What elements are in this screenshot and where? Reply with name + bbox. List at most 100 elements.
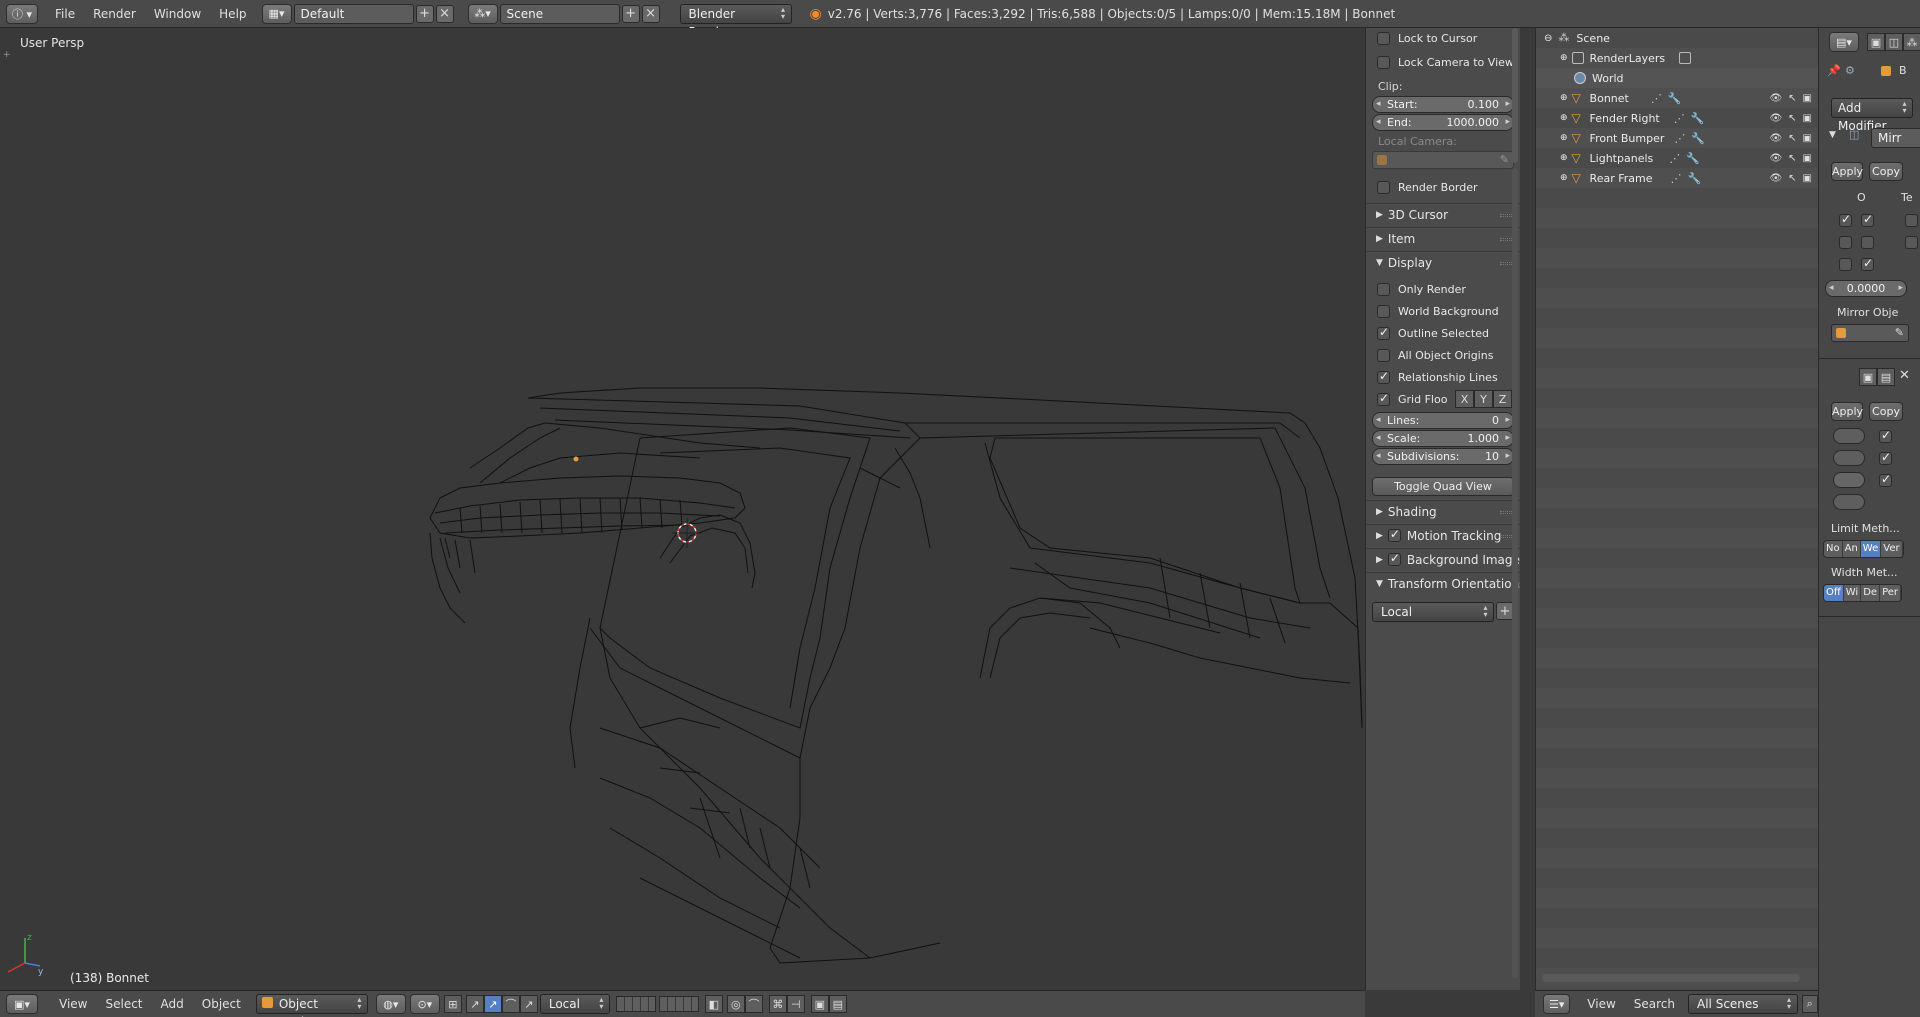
clip-end-field[interactable]: End:1000.000 (1372, 114, 1514, 131)
select-cursor-icon[interactable]: ↖ (1788, 113, 1796, 124)
visibility-eye-icon[interactable]: 👁 (1769, 93, 1782, 104)
bevel-profile-slider[interactable] (1833, 472, 1865, 488)
expand-icon[interactable]: ⊕ (1560, 53, 1568, 63)
modifier-name-field[interactable]: Mirr (1871, 128, 1920, 148)
scale-manipulator-icon[interactable]: ⌒ (501, 995, 520, 1013)
npanel-scrollbar[interactable] (1512, 28, 1518, 988)
bevel-width-slider[interactable] (1833, 428, 1865, 444)
outliner-row-front-bumper[interactable]: ⊕ ▽ Front Bumper ⋰ 🔧 👁 ↖ ▣ (1536, 128, 1818, 148)
expand-icon[interactable]: ⊖ (1544, 33, 1552, 44)
menu-render[interactable]: Render (84, 4, 145, 24)
snap-element-icon[interactable]: ⊣ (786, 995, 805, 1013)
copy-modifier-button-2[interactable]: Copy (1869, 402, 1903, 421)
snap-icon[interactable]: ⌘ (768, 995, 787, 1013)
visibility-eye-icon[interactable]: 👁 (1769, 133, 1782, 144)
render-camera-icon[interactable]: ▣ (1803, 133, 1812, 144)
grid-floor-checkbox[interactable]: Grid Floo X Y Z (1366, 389, 1520, 409)
screen-layout-field[interactable]: Default (293, 3, 414, 24)
add-scene-icon[interactable]: + (621, 4, 640, 23)
translate-manipulator-icon[interactable]: ↗ (465, 995, 484, 1013)
grid-axis-z-toggle[interactable]: Z (1493, 390, 1512, 408)
outliner-row-fender-right[interactable]: ⊕ ▽ Fender Right ⋰ 🔧 👁 ↖ ▣ (1536, 108, 1818, 128)
section-transform-orientations[interactable]: ▼ Transform Orientations (1366, 572, 1520, 594)
lock-layers-icon[interactable]: ◧ (704, 995, 723, 1013)
expand-icon[interactable]: ⊕ (1560, 113, 1568, 123)
outliner-search-icon[interactable]: ⌕ (1801, 995, 1818, 1013)
render-camera-icon[interactable]: ▣ (1803, 153, 1812, 164)
outliner-menu-search[interactable]: Search (1625, 997, 1684, 1011)
section-item[interactable]: ▶ Item (1366, 227, 1520, 249)
merge-checkbox[interactable] (1861, 212, 1874, 227)
clipping-checkbox[interactable] (1861, 236, 1874, 249)
falloff-icon[interactable]: ⌒ (744, 995, 763, 1013)
viewport-shading-dropdown[interactable]: ◍▾ (375, 994, 406, 1014)
section-display[interactable]: ▼ Display (1366, 251, 1520, 273)
modifier-viewport-toggle-icon[interactable]: ▤ (1877, 368, 1895, 386)
grid-subdivisions-field[interactable]: Subdivisions:10 (1372, 448, 1514, 465)
menu-select[interactable]: Select (96, 997, 151, 1011)
outliner-scrollbar[interactable] (1542, 974, 1800, 982)
layers-tab-icon[interactable]: ◫ (1885, 33, 1903, 51)
apply-modifier-button-2[interactable]: Apply (1831, 402, 1863, 421)
add-layout-icon[interactable]: + (415, 4, 434, 23)
menu-help[interactable]: Help (210, 4, 255, 24)
editor-type-outliner-button[interactable]: ☰▾ (1543, 994, 1571, 1014)
scene-icon[interactable]: ⁂▾ (467, 3, 498, 24)
grid-axis-x-toggle[interactable]: X (1455, 390, 1474, 408)
copy-modifier-button[interactable]: Copy (1869, 162, 1903, 181)
visibility-eye-icon[interactable]: 👁 (1769, 113, 1782, 124)
expand-icon[interactable]: ⊕ (1560, 93, 1568, 103)
outliner-row-rear-frame[interactable]: ⊕ ▽ Rear Frame ⋰ 🔧 👁 ↖ ▣ (1536, 168, 1818, 188)
layers-grid[interactable] (615, 996, 699, 1012)
outliner-row-world[interactable]: World (1536, 68, 1818, 88)
bevel-clamp-checkbox[interactable] (1879, 472, 1892, 487)
outliner-row-scene[interactable]: ⊖ ⁂ Scene (1536, 28, 1818, 48)
bevel-segments-slider[interactable] (1833, 450, 1865, 466)
outliner-row-lightpanels[interactable]: ⊕ ▽ Lightpanels ⋰ 🔧 👁 ↖ ▣ (1536, 148, 1818, 168)
3d-viewport[interactable]: z y User Persp + (138) Bonnet (0, 28, 1365, 990)
bevel-vertices-checkbox[interactable] (1879, 428, 1892, 443)
lock-to-cursor-checkbox[interactable]: Lock to Cursor (1366, 28, 1520, 48)
outliner-row-renderlayers[interactable]: ⊕ RenderLayers (1536, 48, 1818, 68)
mirror-object-field[interactable]: ✎ (1831, 324, 1909, 342)
pin-icon[interactable]: 📌 (1827, 64, 1841, 77)
only-render-checkbox[interactable]: Only Render (1366, 279, 1520, 299)
visibility-eye-icon[interactable]: 👁 (1769, 173, 1782, 184)
pivot-point-dropdown[interactable]: ⊙▾ (409, 994, 440, 1014)
section-motion-tracking[interactable]: ▶Motion Tracking (1366, 524, 1520, 546)
outliner-row-bonnet[interactable]: ⊕ ▽ Bonnet ⋰ 🔧 👁 ↖ ▣ (1536, 88, 1818, 108)
scale-handle-icon[interactable]: ↗ (519, 995, 538, 1013)
grid-scale-field[interactable]: Scale:1.000 (1372, 430, 1514, 447)
region-toggle-icon[interactable]: + (3, 50, 11, 60)
menu-add[interactable]: Add (152, 997, 193, 1011)
transform-orientation-dropdown[interactable]: Local (539, 994, 610, 1014)
menu-object[interactable]: Object (193, 997, 250, 1011)
select-cursor-icon[interactable]: ↖ (1788, 173, 1796, 184)
opengl-render-icon[interactable]: ▣ (810, 995, 829, 1013)
modifier-collapse-arrow-icon[interactable]: ▼ (1829, 130, 1836, 140)
render-camera-icon[interactable]: ▣ (1803, 93, 1812, 104)
editor-type-button[interactable]: ⓘ ▾ (6, 3, 38, 24)
apply-modifier-button[interactable]: Apply (1831, 162, 1863, 181)
toggle-quad-view-button[interactable]: Toggle Quad View (1372, 477, 1514, 496)
remove-modifier-icon[interactable]: ✕ (1899, 368, 1910, 383)
outliner-menu-view[interactable]: View (1578, 997, 1624, 1011)
editor-type-properties-button[interactable]: ▤▾ (1829, 32, 1859, 52)
menu-view[interactable]: View (50, 997, 96, 1011)
v-texture-checkbox[interactable] (1905, 236, 1918, 249)
select-cursor-icon[interactable]: ↖ (1788, 153, 1796, 164)
bevel-only-vertices-checkbox[interactable] (1879, 450, 1892, 465)
render-engine-dropdown[interactable]: Blender Render (679, 3, 792, 39)
add-modifier-dropdown[interactable]: Add Modifier (1831, 98, 1913, 133)
all-object-origins-checkbox[interactable]: All Object Origins (1366, 345, 1520, 365)
axis-z-checkbox[interactable] (1839, 258, 1852, 271)
relationship-lines-checkbox[interactable]: Relationship Lines (1366, 367, 1520, 387)
render-tab-icon[interactable]: ▣ (1867, 33, 1885, 51)
expand-icon[interactable]: ⊕ (1560, 173, 1568, 183)
grid-lines-field[interactable]: Lines:0 (1372, 412, 1514, 429)
scene-tab-icon[interactable]: ⁂ (1903, 33, 1920, 51)
u-texture-checkbox[interactable] (1905, 214, 1918, 227)
editor-type-3d-button[interactable]: ▣▾ (6, 994, 38, 1014)
world-background-checkbox[interactable]: World Background (1366, 301, 1520, 321)
scene-field[interactable]: Scene (499, 3, 620, 24)
